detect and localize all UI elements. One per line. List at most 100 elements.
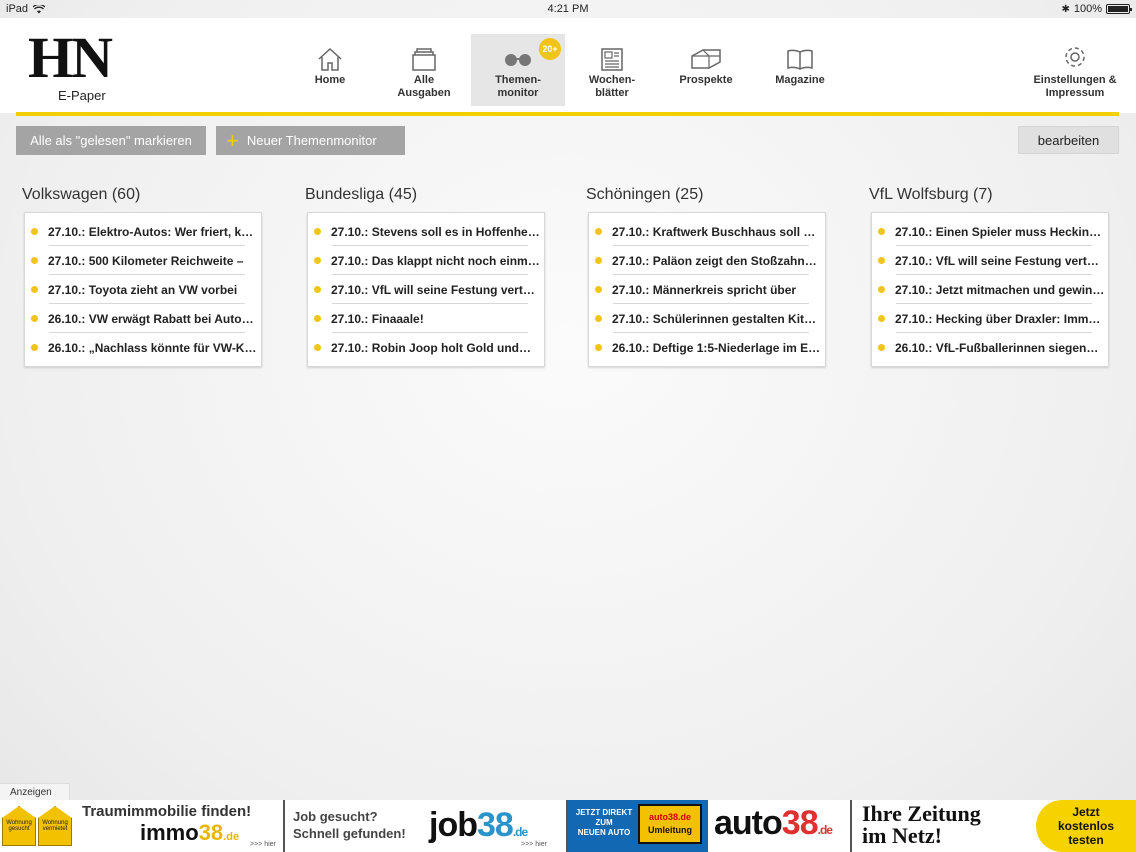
list-item[interactable]: 27.10.: Finaaale! (308, 304, 544, 333)
hn-logo[interactable]: HN E-Paper (28, 25, 138, 104)
nav-home[interactable]: Home (283, 34, 377, 106)
nav-settings[interactable]: Einstellungen & Impressum (1030, 44, 1120, 100)
new-themenmonitor-label: Neuer Themenmonitor (246, 133, 377, 148)
nav-prospekte-label: Prospekte (679, 74, 733, 86)
topic-title[interactable]: VfL Wolfsburg (7) (869, 186, 1105, 206)
list-item[interactable]: 27.10.: Elektro-Autos: Wer friert, k… (25, 217, 261, 246)
battery-icon (1106, 4, 1132, 14)
header-divider (16, 112, 1119, 116)
ad-auto-brand: auto38.de (714, 804, 833, 842)
unread-dot (878, 344, 885, 351)
nav-wochenblaetter[interactable]: Wochen- blätter (565, 34, 659, 106)
ad-auto-blue-text: JETZT DIREKT ZUM NEUEN AUTO (575, 808, 633, 837)
topic-card: 27.10.: Stevens soll es in Hoffenheim 27… (307, 212, 545, 367)
topic-vfl-wolfsburg: VfL Wolfsburg (7) 27.10.: Einen Spieler … (863, 186, 1109, 367)
topic-card: 27.10.: Einen Spieler muss Heckin… 27.10… (871, 212, 1109, 367)
list-item[interactable]: 27.10.: 500 Kilometer Reichweite – (25, 246, 261, 275)
ad-immo-brand: immo38.de (140, 820, 240, 845)
ad-job-hier: >>> hier (521, 841, 547, 848)
ads-label: Anzeigen (0, 783, 70, 800)
ad-job-brand: job38.de (429, 806, 528, 844)
logo-main: HN (28, 25, 113, 90)
unread-dot (314, 228, 321, 235)
battery-percent: 100% (1073, 3, 1102, 15)
ad-bar: Wohnung gesucht Wohnung vermietet Traumi… (0, 800, 1136, 852)
book-icon (785, 44, 815, 74)
unread-dot (595, 257, 602, 264)
nav-prospekte[interactable]: Prospekte (659, 34, 753, 106)
home-icon (316, 44, 344, 74)
unread-dot (31, 315, 38, 322)
app-header: HN E-Paper Home Alle Ausgaben 20+ Themen… (0, 18, 1136, 113)
list-item[interactable]: 26.10.: VW erwägt Rabatt bei Auto… (25, 304, 261, 333)
topic-bundesliga: Bundesliga (45) 27.10.: Stevens soll es … (299, 186, 545, 367)
topic-volkswagen: Volkswagen (60) 27.10.: Elektro-Autos: W… (16, 186, 262, 367)
unread-dot (878, 286, 885, 293)
unread-dot (595, 228, 602, 235)
list-item[interactable]: 27.10.: Toyota zieht an VW vorbei (25, 275, 261, 304)
unread-dot (314, 257, 321, 264)
ad-zeitung[interactable]: Ihre Zeitung im Netz! Jetzt kostenlos te… (852, 800, 1136, 852)
list-item[interactable]: 27.10.: Robin Joop holt Gold und… (308, 333, 544, 362)
list-item[interactable]: 26.10.: VfL-Fußballerinnen siegen… (872, 333, 1108, 362)
topic-title[interactable]: Volkswagen (60) (22, 186, 258, 206)
brochure-icon (689, 44, 723, 74)
plus-icon: + (226, 127, 239, 153)
ad-immo38[interactable]: Wohnung gesucht Wohnung vermietet Traumi… (0, 800, 285, 852)
list-item[interactable]: 26.10.: Deftige 1:5-Niederlage im E… (589, 333, 825, 362)
list-item[interactable]: 26.10.: „Nachlass könnte für VW-K… (25, 333, 261, 362)
list-item[interactable]: 27.10.: Schülerinnen gestalten Kita… (589, 304, 825, 333)
unread-dot (878, 315, 885, 322)
unread-dot (31, 228, 38, 235)
ad-job38[interactable]: Job gesucht? Schnell gefunden! job38.de … (285, 800, 568, 852)
unread-dot (878, 228, 885, 235)
unread-dot (595, 315, 602, 322)
unread-dot (31, 286, 38, 293)
list-item[interactable]: 27.10.: Kraftwerk Buschhaus soll 2… (589, 217, 825, 246)
nav-magazine[interactable]: Magazine (753, 34, 847, 106)
topic-title[interactable]: Schöningen (25) (586, 186, 822, 206)
unread-dot (595, 286, 602, 293)
list-item[interactable]: 27.10.: VfL will seine Festung vertei… (872, 246, 1108, 275)
toolbar: Alle als "gelesen" markieren + Neuer The… (0, 126, 1136, 156)
edit-button[interactable]: bearbeiten (1018, 126, 1119, 154)
list-item[interactable]: 27.10.: Jetzt mitmachen und gewin… (872, 275, 1108, 304)
nav-themenmonitor[interactable]: 20+ Themen- monitor (471, 34, 565, 106)
ad-job-headline: Job gesucht? Schnell gefunden! (293, 809, 406, 841)
stack-icon (410, 44, 438, 74)
status-time: 4:21 PM (547, 3, 589, 15)
topic-title[interactable]: Bundesliga (45) (305, 186, 541, 206)
main-nav: Home Alle Ausgaben 20+ Themen- monitor W… (283, 34, 847, 106)
unread-dot (31, 257, 38, 264)
list-item[interactable]: 27.10.: Einen Spieler muss Heckin… (872, 217, 1108, 246)
ad-auto-sign: auto38.de Umleitung (638, 804, 702, 844)
ad-zeitung-headline: Ihre Zeitung im Netz! (862, 801, 981, 848)
nav-wochenblaetter-label: Wochen- blätter (588, 74, 636, 99)
nav-themenmonitor-label: Themen- monitor (495, 74, 541, 99)
mark-all-read-button[interactable]: Alle als "gelesen" markieren (16, 126, 206, 155)
unread-dot (878, 257, 885, 264)
ad-immo-hier: >>> hier (250, 841, 276, 848)
list-item[interactable]: 27.10.: Stevens soll es in Hoffenheim (308, 217, 544, 246)
nav-magazine-label: Magazine (775, 74, 825, 86)
ad-immo-headline: Traumimmobilie finden! (82, 803, 252, 820)
unread-dot (31, 344, 38, 351)
unread-dot (314, 344, 321, 351)
glasses-icon (502, 44, 534, 74)
settings-label: Einstellungen & Impressum (1033, 74, 1117, 99)
new-themenmonitor-button[interactable]: + Neuer Themenmonitor (216, 126, 405, 155)
topic-card: 27.10.: Elektro-Autos: Wer friert, k… 27… (24, 212, 262, 367)
topic-card: 27.10.: Kraftwerk Buschhaus soll 2… 27.1… (588, 212, 826, 367)
list-item[interactable]: 27.10.: Männerkreis spricht über (589, 275, 825, 304)
list-item[interactable]: 27.10.: Das klappt nicht noch einm… (308, 246, 544, 275)
nav-home-label: Home (314, 74, 346, 86)
list-item[interactable]: 27.10.: VfL will seine Festung vertei… (308, 275, 544, 304)
list-item[interactable]: 27.10.: Hecking über Draxler: Imme… (872, 304, 1108, 333)
bluetooth-icon: ✱ (1061, 3, 1070, 15)
nav-alle-ausgaben[interactable]: Alle Ausgaben (377, 34, 471, 106)
ad-auto38[interactable]: JETZT DIREKT ZUM NEUEN AUTO auto38.de Um… (568, 800, 852, 852)
unread-dot (314, 286, 321, 293)
ad-zeitung-cta[interactable]: Jetzt kostenlos testen (1036, 800, 1136, 852)
list-item[interactable]: 27.10.: Paläon zeigt den Stoßzahn… (589, 246, 825, 275)
status-bar: iPad 4:21 PM ✱ 100% (0, 0, 1136, 18)
